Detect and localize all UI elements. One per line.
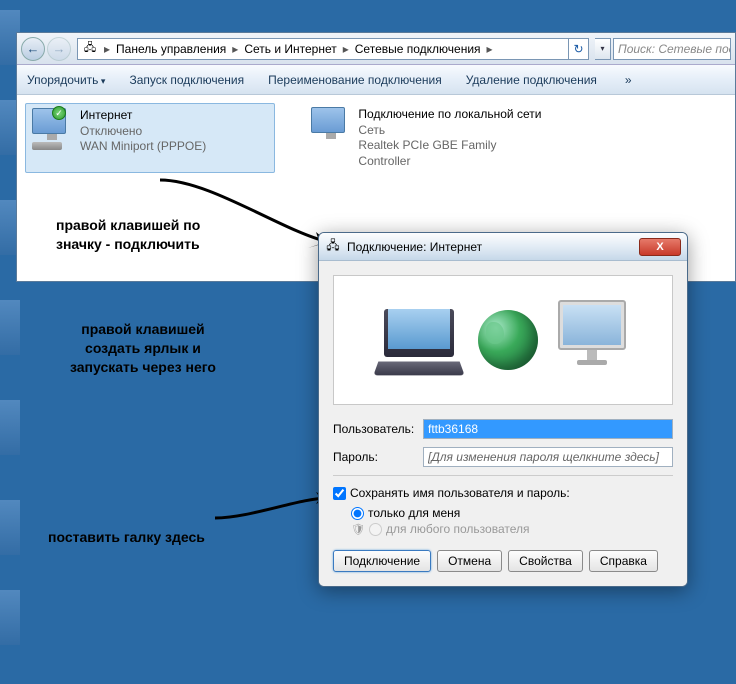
- globe-icon: [478, 310, 538, 370]
- nav-back-button[interactable]: ←: [21, 37, 45, 61]
- chevron-icon: ▸: [228, 42, 242, 56]
- network-icon: 🖧: [82, 41, 98, 57]
- connection-device: Realtek PCIe GBE Family Controller: [358, 138, 549, 169]
- address-bar: ← → 🖧 ▸ Панель управления ▸ Сеть и Интер…: [17, 33, 735, 65]
- any-user-radio: [369, 523, 382, 536]
- chevron-icon: ▸: [100, 42, 114, 56]
- save-credentials-label: Сохранять имя пользователя и пароль:: [350, 486, 570, 500]
- status-badge-icon: ✓: [52, 106, 66, 120]
- connection-item-lan[interactable]: Подключение по локальной сети Сеть Realt…: [305, 103, 555, 173]
- help-button[interactable]: Справка: [589, 550, 658, 572]
- close-button[interactable]: X: [639, 238, 681, 256]
- dialog-body: Пользователь: Пароль: Сохранять имя поль…: [319, 261, 687, 586]
- more-button[interactable]: »: [625, 73, 632, 87]
- desktop-icon: [0, 590, 20, 645]
- save-credentials-checkbox[interactable]: [333, 487, 346, 500]
- dialog-title: Подключение: Интернет: [347, 240, 482, 254]
- username-label: Пользователь:: [333, 422, 423, 436]
- dialog-button-row: Подключение Отмена Свойства Справка: [333, 550, 673, 572]
- desktop-icon: [0, 300, 20, 355]
- connection-dialog: 🖧 Подключение: Интернет X Пользователь: …: [318, 232, 688, 587]
- dialog-illustration: [333, 275, 673, 405]
- connection-name: Подключение по локальной сети: [358, 107, 549, 123]
- organize-menu[interactable]: Упорядочить: [27, 73, 105, 87]
- connection-name: Интернет: [80, 108, 206, 124]
- search-input[interactable]: Поиск: Сетевые под: [613, 38, 731, 60]
- connection-icon: [311, 107, 350, 147]
- desktop-icon: [0, 400, 20, 455]
- only-me-label: только для меня: [368, 506, 460, 520]
- monitor-icon: [552, 300, 632, 380]
- any-user-label: для любого пользователя: [386, 522, 530, 536]
- rename-connection-button[interactable]: Переименование подключения: [268, 73, 442, 87]
- search-placeholder: Поиск: Сетевые под: [618, 42, 731, 56]
- laptop-icon: [374, 305, 464, 375]
- connection-status: Отключено: [80, 124, 206, 140]
- shield-icon: 🛡: [351, 522, 365, 536]
- breadcrumb-item[interactable]: Панель управления: [116, 42, 226, 56]
- chevron-icon: ▸: [339, 42, 353, 56]
- connection-item-internet[interactable]: ✓ Интернет Отключено WAN Miniport (PPPOE…: [25, 103, 275, 173]
- refresh-icon[interactable]: ↻: [568, 39, 588, 59]
- start-connection-button[interactable]: Запуск подключения: [129, 73, 244, 87]
- toolbar: Упорядочить Запуск подключения Переимено…: [17, 65, 735, 95]
- breadcrumb[interactable]: 🖧 ▸ Панель управления ▸ Сеть и Интернет …: [77, 38, 589, 60]
- desktop-icon: [0, 500, 20, 555]
- address-history-button[interactable]: ▾: [595, 38, 611, 60]
- password-input[interactable]: [423, 447, 673, 467]
- divider: [333, 475, 673, 476]
- annotation-text: правой клавишей создать ярлык и запускат…: [70, 320, 216, 377]
- delete-connection-button[interactable]: Удаление подключения: [466, 73, 597, 87]
- connections-list: ✓ Интернет Отключено WAN Miniport (PPPOE…: [17, 95, 735, 181]
- username-input[interactable]: [423, 419, 673, 439]
- connection-status: Сеть: [358, 123, 549, 139]
- only-me-radio[interactable]: [351, 507, 364, 520]
- connection-icon: ✓: [32, 108, 72, 148]
- dialog-titlebar[interactable]: 🖧 Подключение: Интернет X: [319, 233, 687, 261]
- annotation-arrow-icon: [150, 170, 340, 260]
- password-label: Пароль:: [333, 450, 423, 464]
- chevron-icon: ▸: [483, 42, 497, 56]
- close-icon: X: [656, 241, 663, 253]
- properties-button[interactable]: Свойства: [508, 550, 583, 572]
- connect-button[interactable]: Подключение: [333, 550, 431, 572]
- breadcrumb-item[interactable]: Сеть и Интернет: [244, 42, 336, 56]
- dialog-icon: 🖧: [325, 239, 341, 255]
- connection-device: WAN Miniport (PPPOE): [80, 139, 206, 155]
- breadcrumb-item[interactable]: Сетевые подключения: [355, 42, 481, 56]
- annotation-text: поставить галку здесь: [48, 528, 205, 547]
- nav-forward-button[interactable]: →: [47, 37, 71, 61]
- cancel-button[interactable]: Отмена: [437, 550, 502, 572]
